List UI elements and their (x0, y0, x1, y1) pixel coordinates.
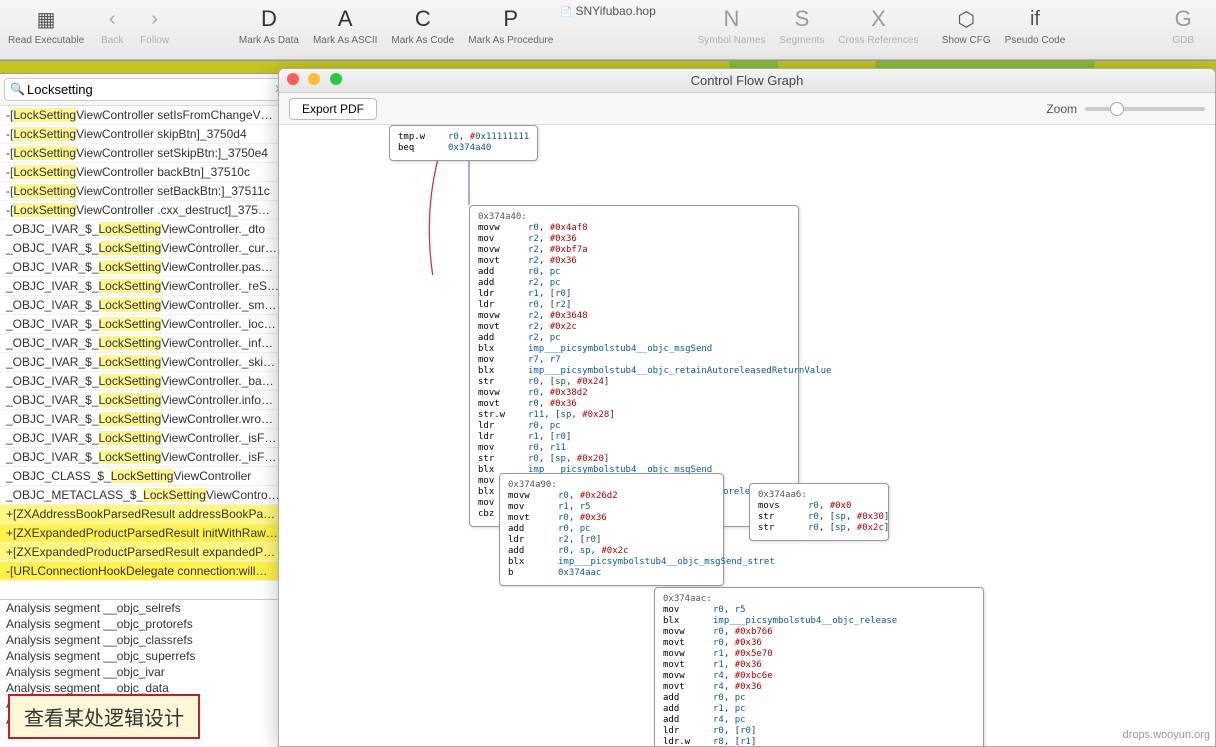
symbol-row[interactable]: -[LockSettingViewController .cxx_destruc… (0, 201, 294, 220)
tool-label: Show CFG (942, 35, 991, 46)
symbol-row[interactable]: +[ZXAddressBookParsedResult addressBookP… (0, 505, 294, 524)
tool-mark-data[interactable]: D Mark As Data (239, 5, 299, 46)
tool-label: GDB (1172, 35, 1194, 46)
asm-block[interactable]: 0x374aa6: movsr0, #0x0 strr0, [sp, #0x30… (749, 483, 889, 541)
log-row: Analysis segment __objc_protorefs (0, 616, 294, 632)
symbol-row[interactable]: _OBJC_CLASS_$_LockSettingViewController (0, 467, 294, 486)
symbol-row[interactable]: _OBJC_IVAR_$_LockSettingViewController._… (0, 334, 294, 353)
back-icon: ‹ (98, 5, 126, 33)
zoom-control: Zoom (1046, 102, 1205, 116)
mark-code-icon: C (415, 5, 431, 33)
symbol-row[interactable]: -[LockSettingViewController skipBtn]_375… (0, 125, 294, 144)
symbol-row[interactable]: _OBJC_IVAR_$_LockSettingViewController._… (0, 372, 294, 391)
symbol-row[interactable]: +[ZXExpandedProductParsedResult expanded… (0, 543, 294, 562)
symbol-row[interactable]: _OBJC_IVAR_$_LockSettingViewController._… (0, 239, 294, 258)
tool-sym-names: N Symbol Names (698, 5, 766, 46)
symbol-row[interactable]: +[ZXExpandedProductParsedResult initWith… (0, 524, 294, 543)
cfg-canvas[interactable]: tmp.wr0, #0x11111111 beq0x374a40 0x374a4… (279, 125, 1215, 746)
symbol-row[interactable]: -[LockSettingViewController setIsFromCha… (0, 106, 294, 125)
zoom-slider[interactable] (1085, 107, 1205, 111)
tool-label: Pseudo Code (1005, 35, 1066, 46)
tool-label: Mark As Code (391, 35, 454, 46)
symbol-row[interactable]: _OBJC_IVAR_$_LockSettingViewController.p… (0, 258, 294, 277)
sidebar: 🔍 ✕ -[LockSettingViewController setIsFro… (0, 74, 295, 747)
tool-follow: › Follow (140, 5, 169, 46)
mark-proc-icon: P (503, 5, 518, 33)
annotation-label: 查看某处逻辑设计 (8, 694, 200, 739)
zoom-label: Zoom (1046, 102, 1077, 116)
search-input[interactable] (4, 78, 290, 101)
symbol-row[interactable]: _OBJC_IVAR_$_LockSettingViewController._… (0, 353, 294, 372)
read-exec-icon: ▦ (32, 5, 60, 33)
tool-show-cfg[interactable]: ⬡ Show CFG (942, 5, 991, 46)
symbol-row[interactable]: -[LockSettingViewController backBtn]_375… (0, 163, 294, 182)
tool-label: Mark As ASCII (313, 35, 377, 46)
export-pdf-button[interactable]: Export PDF (289, 98, 377, 120)
window-title: Control Flow Graph (279, 73, 1215, 88)
symbol-row[interactable]: _OBJC_IVAR_$_LockSettingViewController._… (0, 448, 294, 467)
close-icon[interactable] (287, 73, 299, 85)
tool-label: Segments (779, 35, 824, 46)
log-row: Analysis segment __objc_selrefs (0, 600, 294, 616)
tool-read-exec[interactable]: ▦ Read Executable (8, 5, 84, 46)
tool-xrefs: X Cross References (838, 5, 918, 46)
symbol-row[interactable]: -[LockSettingViewController setSkipBtn:]… (0, 144, 294, 163)
log-row: Analysis segment __objc_ivar (0, 664, 294, 680)
show-cfg-icon: ⬡ (952, 5, 980, 33)
segments-icon: S (795, 5, 810, 33)
symbol-row[interactable]: _OBJC_IVAR_$_LockSettingViewController._… (0, 277, 294, 296)
window-titlebar[interactable]: Control Flow Graph (279, 69, 1215, 93)
symbol-row[interactable]: -[URLConnectionHookDelegate connection:w… (0, 562, 294, 581)
tool-gdb: G GDB (1172, 5, 1194, 46)
asm-block[interactable]: 0x374a90: movwr0, #0x26d2 movr1, r5 movt… (499, 473, 724, 586)
tool-label: Mark As Procedure (468, 35, 553, 46)
symbol-row[interactable]: _OBJC_IVAR_$_LockSettingViewController._… (0, 220, 294, 239)
symbol-row[interactable]: _OBJC_METACLASS_$_LockSettingViewContro… (0, 486, 294, 505)
minimize-icon[interactable] (308, 73, 320, 85)
symbol-row[interactable]: _OBJC_IVAR_$_LockSettingViewController._… (0, 315, 294, 334)
tool-label: Read Executable (8, 35, 84, 46)
mark-ascii-icon: A (338, 5, 353, 33)
log-row: Analysis segment __objc_classrefs (0, 632, 294, 648)
zoom-icon[interactable] (330, 73, 342, 85)
symbol-row[interactable]: _OBJC_IVAR_$_LockSettingViewController.w… (0, 410, 294, 429)
watermark: drops.wooyun.org (1123, 729, 1210, 741)
symbol-row[interactable]: _OBJC_IVAR_$_LockSettingViewController._… (0, 429, 294, 448)
search-icon: 🔍 (10, 82, 25, 96)
tool-label: Follow (140, 35, 169, 46)
pseudo-icon: if (1021, 5, 1049, 33)
window-toolbar: Export PDF Zoom (279, 93, 1215, 125)
cfg-window: Control Flow Graph Export PDF Zoom tmp.w… (278, 68, 1216, 747)
gdb-icon: G (1175, 5, 1192, 33)
tool-mark-proc[interactable]: P Mark As Procedure (468, 5, 553, 46)
symbol-row[interactable]: _OBJC_IVAR_$_LockSettingViewController._… (0, 296, 294, 315)
mark-data-icon: D (261, 5, 277, 33)
tool-label: Mark As Data (239, 35, 299, 46)
tool-label: Back (101, 35, 123, 46)
tool-segments: S Segments (779, 5, 824, 46)
follow-icon: › (141, 5, 169, 33)
tool-pseudo[interactable]: if Pseudo Code (1005, 5, 1066, 46)
xrefs-icon: X (871, 5, 886, 33)
log-row: Analysis segment __objc_superrefs (0, 648, 294, 664)
asm-block[interactable]: 0x374aac: movr0, r5 blximp___picsymbolst… (654, 587, 984, 746)
asm-block[interactable]: tmp.wr0, #0x11111111 beq0x374a40 (389, 125, 538, 161)
slider-thumb[interactable] (1110, 102, 1124, 116)
symbol-row[interactable]: -[LockSettingViewController setBackBtn:]… (0, 182, 294, 201)
tool-back: ‹ Back (98, 5, 126, 46)
tool-label: Symbol Names (698, 35, 766, 46)
main-toolbar: ▦ Read Executable ‹ Back › Follow D Mark As Dat… (0, 0, 1216, 60)
symbol-row[interactable]: _OBJC_IVAR_$_LockSettingViewController.i… (0, 391, 294, 410)
tool-mark-code[interactable]: C Mark As Code (391, 5, 454, 46)
tool-mark-ascii[interactable]: A Mark As ASCII (313, 5, 377, 46)
sym-names-icon: N (724, 5, 740, 33)
symbol-list[interactable]: -[LockSettingViewController setIsFromCha… (0, 106, 294, 599)
tool-label: Cross References (838, 35, 918, 46)
